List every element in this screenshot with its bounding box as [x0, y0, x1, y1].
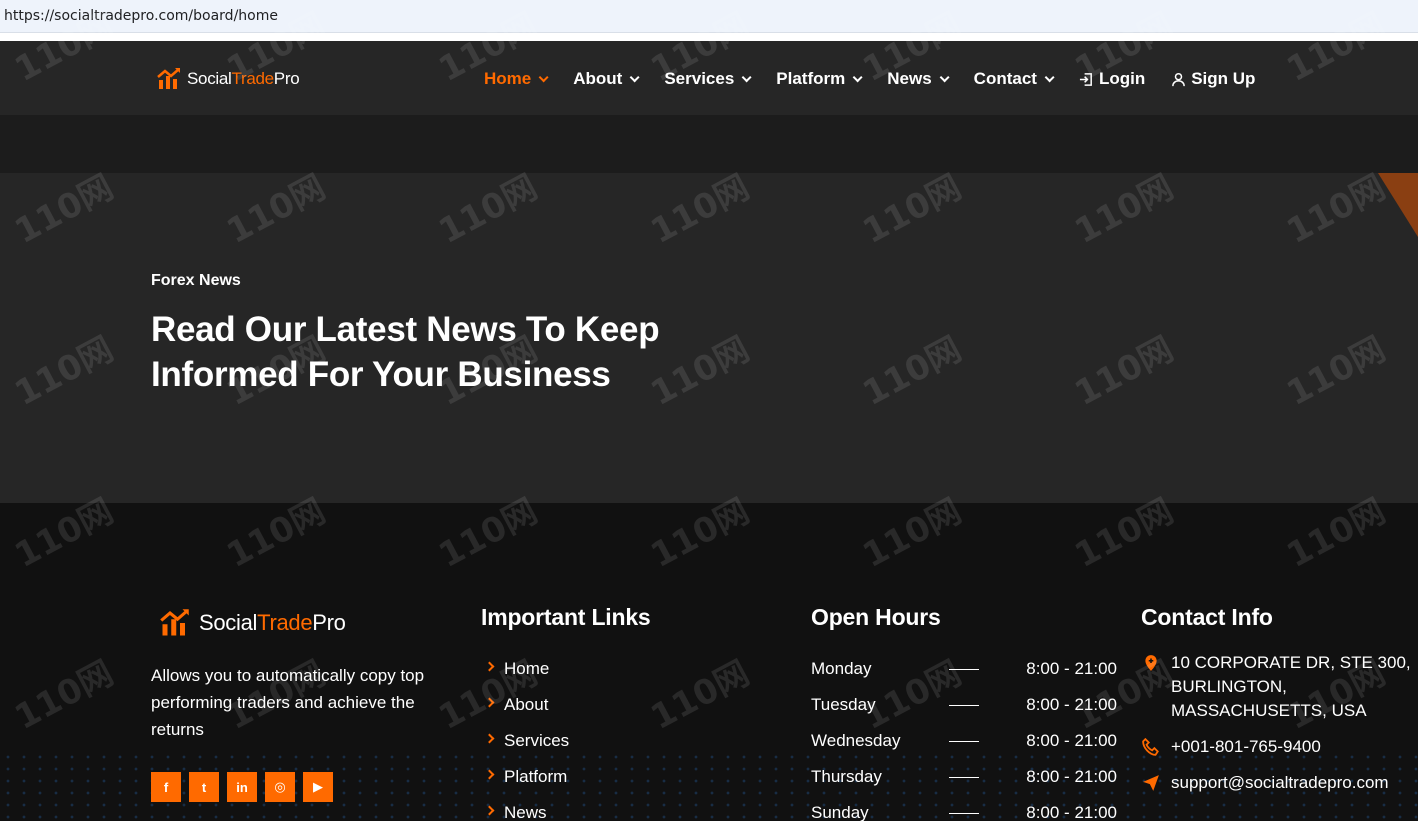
chevron-right-icon — [484, 697, 495, 707]
login-icon — [1079, 72, 1092, 86]
twitter-icon[interactable]: t — [189, 772, 219, 802]
youtube-icon[interactable]: ▶ — [303, 772, 333, 802]
facebook-icon[interactable]: f — [151, 772, 181, 802]
contact-info: 10 CORPORATE DR, STE 300, BURLINGTON, MA… — [1142, 651, 1418, 807]
linkedin-icon[interactable]: in — [227, 772, 257, 802]
hours-row: Monday 8:00 - 21:00 — [811, 659, 1117, 678]
footer-about-text: Allows you to automatically copy top per… — [151, 666, 425, 739]
url-text[interactable]: https://socialtradepro.com/board/home — [4, 8, 278, 24]
social-links: f t in ◎ ▶ — [151, 772, 341, 802]
hero-title: Read Our Latest News To Keep Informed Fo… — [151, 310, 660, 394]
footer-link-home[interactable]: Home — [484, 651, 569, 687]
hours-row: Wednesday 8:00 - 21:00 — [811, 731, 1117, 750]
logo-chart-icon — [160, 607, 190, 639]
chevron-right-icon — [484, 805, 495, 815]
header-logo[interactable]: SocialTradePro — [157, 67, 300, 91]
site-footer: SocialTradePro Allows you to automatical… — [0, 503, 1418, 821]
phone-icon — [1142, 738, 1159, 756]
decorative-corner — [1378, 173, 1418, 237]
user-icon — [1172, 72, 1186, 86]
send-icon — [1143, 775, 1159, 791]
important-links-list: Home About Services Platform News — [484, 651, 569, 821]
footer-link-news[interactable]: News — [484, 795, 569, 821]
nav-item-home[interactable]: Home — [484, 69, 549, 89]
logo-text: SocialTradePro — [187, 69, 300, 88]
nav-item-contact[interactable]: Contact — [974, 69, 1055, 89]
hours-row: Tuesday 8:00 - 21:00 — [811, 695, 1117, 714]
links-title: Important Links — [481, 604, 651, 630]
footer-link-about[interactable]: About — [484, 687, 569, 723]
browser-address-bar[interactable]: https://socialtradepro.com/board/home — [0, 0, 1418, 33]
nav-item-about[interactable]: About — [573, 69, 640, 89]
signup-link[interactable]: Sign Up — [1171, 69, 1255, 89]
nav-item-news[interactable]: News — [887, 69, 950, 89]
hours-row: Sunday 8:00 - 21:00 — [811, 803, 1117, 821]
nav-item-platform[interactable]: Platform — [776, 69, 863, 89]
location-pin-icon — [1145, 655, 1157, 671]
chevron-right-icon — [484, 733, 495, 743]
footer-logo[interactable]: SocialTradePro — [160, 607, 346, 639]
footer-link-platform[interactable]: Platform — [484, 759, 569, 795]
chevron-down-icon — [852, 71, 863, 82]
chevron-down-icon — [741, 71, 752, 82]
chevron-right-icon — [484, 769, 495, 779]
header-spacer — [0, 115, 1418, 173]
main-nav: Home About Services Platform News Contac… — [484, 69, 1281, 89]
hours-title: Open Hours — [811, 604, 941, 630]
page-hero: Forex News Read Our Latest News To Keep … — [0, 173, 1418, 503]
hero-kicker: Forex News — [151, 272, 241, 289]
logo-chart-icon — [157, 67, 181, 91]
footer-link-services[interactable]: Services — [484, 723, 569, 759]
chevron-down-icon — [1044, 71, 1055, 82]
nav-item-services[interactable]: Services — [664, 69, 752, 89]
contact-title: Contact Info — [1141, 604, 1273, 630]
contact-address: 10 CORPORATE DR, STE 300, BURLINGTON, MA… — [1142, 651, 1418, 723]
site-header: SocialTradePro Home About Services Platf… — [0, 41, 1418, 115]
instagram-icon[interactable]: ◎ — [265, 772, 295, 802]
browser-divider — [0, 33, 1418, 41]
hours-row: Thursday 8:00 - 21:00 — [811, 767, 1117, 786]
contact-phone[interactable]: +001-801-765-9400 — [1142, 735, 1418, 759]
contact-email[interactable]: support@socialtradepro.com — [1142, 771, 1418, 795]
chevron-down-icon — [939, 71, 950, 82]
login-link[interactable]: Login — [1079, 69, 1145, 89]
chevron-right-icon — [484, 661, 495, 671]
chevron-down-icon — [629, 71, 640, 82]
open-hours-list: Monday 8:00 - 21:00 Tuesday 8:00 - 21:00 W… — [811, 651, 1117, 821]
logo-text: SocialTradePro — [199, 610, 346, 635]
chevron-down-icon — [538, 71, 549, 82]
